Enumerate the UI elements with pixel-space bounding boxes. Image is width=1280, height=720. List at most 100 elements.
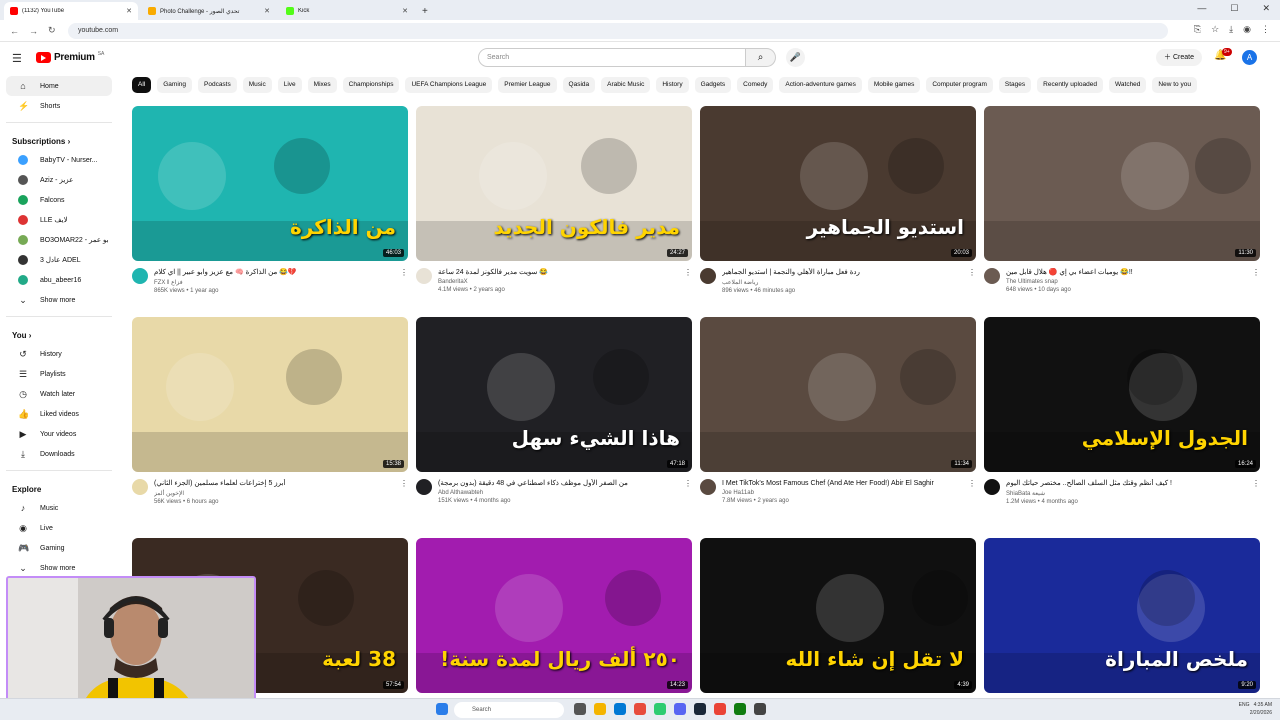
video-thumbnail[interactable]: ملخص المباراة 9:20 [984, 538, 1260, 693]
video-card[interactable]: لا تقل إن شاء الله 4:39 [700, 538, 976, 693]
tab-close-icon[interactable]: ✕ [264, 7, 270, 15]
filter-chip[interactable]: Gaming [157, 77, 192, 93]
filter-chip[interactable]: History [656, 77, 689, 93]
taskbar-search[interactable]: Search [454, 702, 564, 718]
channel-avatar[interactable] [984, 479, 1000, 495]
chrome-icon[interactable] [714, 703, 726, 715]
search-button[interactable]: ⌕ [746, 48, 776, 67]
tab-close-icon[interactable]: ✕ [402, 7, 408, 15]
sidebar-item-home[interactable]: ⌂ Home [6, 76, 112, 96]
sidebar-item-you[interactable]: ◷ Watch later [6, 384, 112, 404]
video-thumbnail[interactable]: استديو الجماهير 20:03 [700, 106, 976, 261]
more-options-icon[interactable]: ⋮ [400, 479, 408, 505]
clock-time[interactable]: 4:35 AM [1254, 702, 1272, 708]
video-thumbnail[interactable]: من الذاكرة 46:03 [132, 106, 408, 261]
avatar[interactable]: A [1242, 50, 1257, 65]
filter-chip[interactable]: New to you [1152, 77, 1197, 93]
task-view-icon[interactable] [574, 703, 586, 715]
windows-start-icon[interactable] [436, 703, 448, 715]
filter-chip[interactable]: Premier League [498, 77, 557, 93]
sidebar-item-you[interactable]: ☰ Playlists [6, 364, 112, 384]
filter-chip[interactable]: Mixes [307, 77, 337, 93]
more-options-icon[interactable]: ⋮ [1252, 479, 1260, 505]
video-thumbnail[interactable]: الجدول الإسلامي 16:24 [984, 317, 1260, 472]
video-title[interactable]: من الذاكرة 🧠 مع عزيز وابو عبير || اي كلا… [154, 268, 394, 277]
video-card[interactable]: ملخص المباراة 9:20 [984, 538, 1260, 693]
channel-name[interactable]: ShiaBata شيعة [1006, 490, 1246, 497]
more-options-icon[interactable]: ⋮ [968, 479, 976, 504]
hamburger-menu-icon[interactable]: ☰ [12, 52, 22, 65]
video-card[interactable]: 15:38 أبرز 5 إختراعات لعلماء مسلمين (الج… [132, 317, 408, 505]
reload-icon[interactable]: ↻ [48, 25, 56, 36]
video-card[interactable]: مدير فالكون الجديد 24:27 سويت مدير فالكون… [416, 106, 692, 293]
filter-chip[interactable]: Action-adventure games [779, 77, 862, 93]
video-card[interactable]: من الذاكرة 46:03 من الذاكرة 🧠 مع عزيز واب… [132, 106, 408, 294]
you-heading[interactable]: You › [0, 323, 118, 344]
channel-avatar[interactable] [700, 268, 716, 284]
video-thumbnail[interactable]: لا تقل إن شاء الله 4:39 [700, 538, 976, 693]
sidebar-item-explore[interactable]: ♪ Music [6, 498, 112, 518]
voice-search-button[interactable]: 🎤 [786, 48, 805, 67]
channel-avatar[interactable] [416, 268, 432, 284]
forward-icon[interactable]: → [29, 26, 38, 36]
browser-tab[interactable]: (1132) YouTube ✕ [4, 2, 138, 20]
video-card[interactable]: الجدول الإسلامي 16:24 كيف أنظم وقتك مثل ا… [984, 317, 1260, 505]
steam-icon[interactable] [694, 703, 706, 715]
new-tab-icon[interactable]: + [422, 6, 428, 17]
xbox-icon[interactable] [734, 703, 746, 715]
subscription-item[interactable]: Falcons [6, 190, 112, 210]
more-options-icon[interactable]: ⋮ [968, 268, 976, 294]
filter-chip[interactable]: Recently uploaded [1037, 77, 1103, 93]
subscription-item[interactable]: BO3OMAR22 - بو عمر [6, 230, 112, 250]
subscription-item[interactable]: 3 عادل ADEL [6, 250, 112, 270]
download-icon[interactable]: ⤓ [1229, 24, 1233, 35]
obs-icon[interactable] [754, 703, 766, 715]
subscription-item[interactable]: LLE لايف [6, 210, 112, 230]
youtube-logo[interactable]: Premium SA [36, 51, 104, 63]
video-card[interactable]: 11:34 I Met TikTok's Most Famous Chef (A… [700, 317, 976, 504]
tab-close-icon[interactable]: ✕ [126, 7, 132, 15]
sidebar-item-explore[interactable]: 🎮 Gaming [6, 538, 112, 558]
video-thumbnail[interactable]: هاذا الشيء سهل 47:18 [416, 317, 692, 472]
maximize-icon[interactable]: ☐ [1230, 3, 1238, 14]
filter-chip[interactable]: Championships [342, 77, 400, 93]
more-options-icon[interactable]: ⋮ [1252, 268, 1260, 293]
profile-icon[interactable]: ◉ [1243, 24, 1251, 35]
video-title[interactable]: سويت مدير فالكونز لمدة 24 ساعة 😂 [438, 268, 678, 277]
search-input[interactable]: Search [478, 48, 746, 67]
app-icon[interactable] [634, 703, 646, 715]
filter-chip[interactable]: Qasida [562, 77, 596, 93]
close-icon[interactable]: ✕ [1262, 3, 1270, 14]
video-title[interactable]: كيف أنظم وقتك مثل السلف الصالح.. مختصر ح… [1006, 479, 1246, 488]
more-options-icon[interactable]: ⋮ [684, 268, 692, 293]
url-input[interactable]: youtube.com [68, 23, 1168, 39]
filter-chip[interactable]: Podcasts [198, 77, 237, 93]
channel-avatar[interactable] [416, 479, 432, 495]
more-options-icon[interactable]: ⋮ [684, 479, 692, 504]
channel-name[interactable]: The Ultimates snap [1006, 279, 1246, 285]
subscription-item[interactable]: abu_abeer16 [6, 270, 112, 290]
filter-chip[interactable]: Comedy [737, 77, 774, 93]
browser-tab[interactable]: Kick ✕ [280, 2, 414, 20]
video-thumbnail[interactable]: 11:30 [984, 106, 1260, 261]
video-card[interactable]: ٢٥٠ ألف ريال لمدة سنة! 14:23 [416, 538, 692, 693]
file-explorer-icon[interactable] [594, 703, 606, 715]
video-title[interactable]: I Met TikTok's Most Famous Chef (And Ate… [722, 479, 962, 488]
app-icon[interactable] [654, 703, 666, 715]
video-card[interactable]: هاذا الشيء سهل 47:18 من الصفر الأول موظف … [416, 317, 692, 504]
subscription-item[interactable]: BabyTV - Nurser... [6, 150, 112, 170]
video-card[interactable]: استديو الجماهير 20:03 ردة فعل مباراة الأه… [700, 106, 976, 294]
video-thumbnail[interactable]: 11:34 [700, 317, 976, 472]
channel-avatar[interactable] [132, 479, 148, 495]
filter-chip[interactable]: UEFA Champions League [405, 77, 493, 93]
sidebar-item-you[interactable]: ⤓ Downloads [6, 444, 112, 464]
discord-icon[interactable] [674, 703, 686, 715]
sidebar-item-you[interactable]: ↺ History [6, 344, 112, 364]
video-thumbnail[interactable]: 15:38 [132, 317, 408, 472]
more-options-icon[interactable]: ⋮ [400, 268, 408, 294]
filter-chip[interactable]: All [132, 77, 152, 93]
filter-chip[interactable]: Computer program [926, 77, 993, 93]
channel-name[interactable]: Abd Althawabteh [438, 490, 678, 496]
filter-chip[interactable]: Music [242, 77, 272, 93]
sidebar-item-you[interactable]: ▶ Your videos [6, 424, 112, 444]
